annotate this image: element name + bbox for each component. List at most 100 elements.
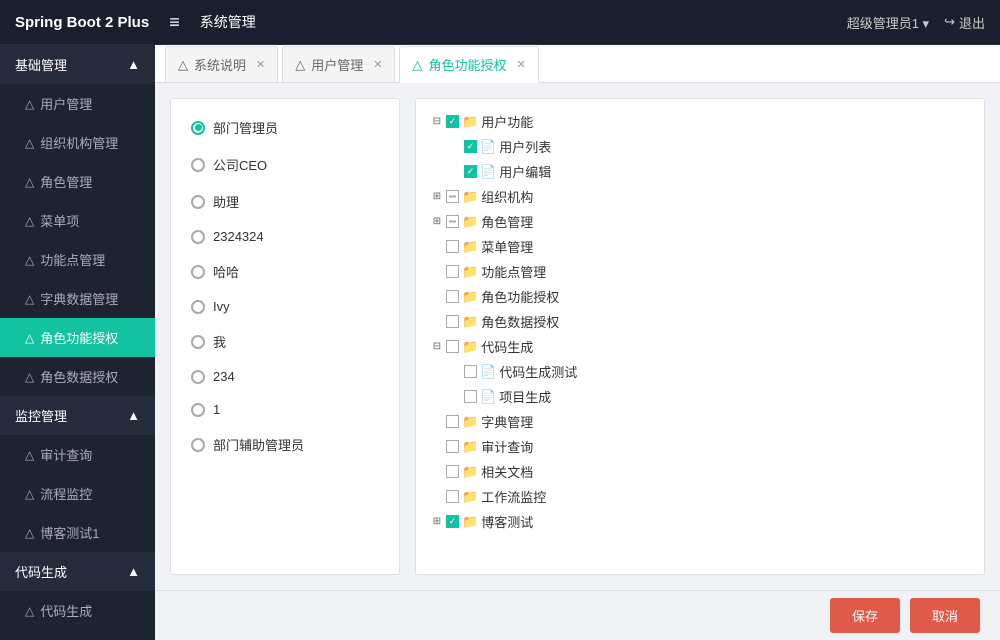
radio-company-ceo[interactable] — [191, 158, 205, 172]
sidebar-item-dict-mgmt[interactable]: △ 字典数据管理 — [0, 279, 155, 318]
sidebar-item-user-mgmt[interactable]: △ 用户管理 — [0, 84, 155, 123]
radio-dept-assist[interactable] — [191, 438, 205, 452]
role-item-7[interactable]: 234 — [171, 360, 399, 393]
sidebar-group-basics[interactable]: 基础管理 ▲ — [0, 45, 155, 84]
role-data-icon: △ — [25, 370, 34, 384]
func-mgmt-icon: △ — [25, 253, 34, 267]
expand-org[interactable]: ⊞ — [431, 191, 443, 203]
cb-workflow[interactable] — [446, 490, 459, 503]
sidebar-item-workflow[interactable]: △ 流程监控 — [0, 474, 155, 513]
cb-funcpoint[interactable] — [446, 265, 459, 278]
sidebar-item-codegen[interactable]: △ 代码生成 — [0, 591, 155, 630]
cb-codegen-test[interactable] — [464, 365, 477, 378]
sidebar-item-role-perm[interactable]: △ 角色功能授权 — [0, 318, 155, 357]
role-item-3[interactable]: 2324324 — [171, 220, 399, 253]
role-item-8[interactable]: 1 — [171, 393, 399, 426]
folder-org: 📁 — [462, 189, 478, 205]
role-item-9[interactable]: 部门辅助管理员 — [171, 426, 399, 463]
role-item-5[interactable]: Ivy — [171, 290, 399, 323]
cb-project-gen[interactable] — [464, 390, 477, 403]
bottom-bar: 保存 取消 — [155, 590, 1000, 640]
tree-node-audit: 📁 审计查询 — [431, 434, 969, 459]
folder-audit: 📁 — [462, 439, 478, 455]
sidebar-item-audit[interactable]: △ 审计查询 — [0, 435, 155, 474]
sidebar-item-menu[interactable]: △ 菜单项 — [0, 201, 155, 240]
sidebar-item-subsys-gen[interactable]: △ 子系统生成 — [0, 630, 155, 640]
role-item-2[interactable]: 助理 — [171, 183, 399, 220]
tree-node-project-gen: 📄 项目生成 — [449, 384, 969, 409]
cb-role-perm[interactable] — [446, 290, 459, 303]
sidebar-group-monitor-arrow: ▲ — [127, 408, 140, 423]
cb-audit[interactable] — [446, 440, 459, 453]
folder-user-edit: 📄 — [480, 164, 496, 180]
tree-node-user-edit: ✓ 📄 用户编辑 — [449, 159, 969, 184]
expand-role[interactable]: ⊞ — [431, 216, 443, 228]
folder-project-gen: 📄 — [480, 389, 496, 405]
cb-role-data[interactable] — [446, 315, 459, 328]
cancel-button[interactable]: 取消 — [910, 598, 980, 633]
sidebar-item-role-data[interactable]: △ 角色数据授权 — [0, 357, 155, 396]
tree-node-role: ⊞ 📁 角色管理 — [431, 209, 969, 234]
tree-node-role-perm: 📁 角色功能授权 — [431, 284, 969, 309]
role-item-6[interactable]: 我 — [171, 323, 399, 360]
sidebar-item-role-mgmt[interactable]: △ 角色管理 — [0, 162, 155, 201]
logout-button[interactable]: ↪ 退出 — [944, 13, 985, 32]
cb-user-edit[interactable]: ✓ — [464, 165, 477, 178]
dict-mgmt-icon: △ — [25, 292, 34, 306]
menu-toggle-icon[interactable]: ≡ — [169, 12, 180, 33]
logout-icon: ↪ — [944, 14, 955, 30]
tab-system-intro[interactable]: △ 系统说明 ✕ — [165, 46, 278, 82]
sidebar-item-org-mgmt[interactable]: △ 组织机构管理 — [0, 123, 155, 162]
radio-dept-admin[interactable] — [191, 121, 205, 135]
folder-user-func: 📁 — [462, 114, 478, 130]
header: Spring Boot 2 Plus ≡ 系统管理 超级管理员1 ▾ ↪ 退出 — [0, 0, 1000, 45]
folder-codegen: 📁 — [462, 339, 478, 355]
tab-system-intro-icon: △ — [178, 57, 188, 73]
tab-system-intro-close[interactable]: ✕ — [256, 58, 265, 71]
folder-menu: 📁 — [462, 239, 478, 255]
tree-node-user-func: ⊟ ✓ 📁 用户功能 — [431, 109, 969, 134]
tree-children-user-func: ✓ 📄 用户列表 ✓ 📄 用户编辑 — [431, 134, 969, 184]
sidebar-item-blog[interactable]: △ 博客测试1 — [0, 513, 155, 552]
radio-2324324[interactable] — [191, 230, 205, 244]
role-perm-icon: △ — [25, 331, 34, 345]
radio-assistant[interactable] — [191, 195, 205, 209]
tab-role-perm-icon: △ — [412, 57, 422, 73]
cb-user-func[interactable]: ✓ — [446, 115, 459, 128]
folder-docs: 📁 — [462, 464, 478, 480]
expand-codegen[interactable]: ⊟ — [431, 341, 443, 353]
tab-role-perm-close[interactable]: ✕ — [516, 58, 525, 71]
cb-docs[interactable] — [446, 465, 459, 478]
cb-blog[interactable]: ✓ — [446, 515, 459, 528]
tab-user-mgmt[interactable]: △ 用户管理 ✕ — [282, 46, 395, 82]
cb-org[interactable] — [446, 190, 459, 203]
header-title: 系统管理 — [200, 12, 256, 32]
cb-role[interactable] — [446, 215, 459, 228]
sidebar: 基础管理 ▲ △ 用户管理 △ 组织机构管理 △ 角色管理 △ 菜单项 △ 功能… — [0, 45, 155, 640]
radio-haha[interactable] — [191, 265, 205, 279]
expand-blog[interactable]: ⊞ — [431, 516, 443, 528]
expand-user-func[interactable]: ⊟ — [431, 116, 443, 128]
radio-234[interactable] — [191, 370, 205, 384]
save-button[interactable]: 保存 — [830, 598, 900, 633]
tab-user-mgmt-close[interactable]: ✕ — [373, 58, 382, 71]
role-item-1[interactable]: 公司CEO — [171, 146, 399, 183]
tree-node-role-data: 📁 角色数据授权 — [431, 309, 969, 334]
sidebar-group-codegen[interactable]: 代码生成 ▲ — [0, 552, 155, 591]
radio-1[interactable] — [191, 403, 205, 417]
cb-dict[interactable] — [446, 415, 459, 428]
role-list: 部门管理员 公司CEO 助理 2324324 哈哈 — [170, 98, 400, 575]
role-item-0[interactable]: 部门管理员 — [171, 109, 399, 146]
tree-node-docs: 📁 相关文档 — [431, 459, 969, 484]
sidebar-group-monitor[interactable]: 监控管理 ▲ — [0, 396, 155, 435]
user-menu[interactable]: 超级管理员1 ▾ — [847, 13, 929, 32]
sidebar-item-func-mgmt[interactable]: △ 功能点管理 — [0, 240, 155, 279]
role-item-4[interactable]: 哈哈 — [171, 253, 399, 290]
tab-role-perm[interactable]: △ 角色功能授权 ✕ — [399, 46, 538, 83]
layout: 基础管理 ▲ △ 用户管理 △ 组织机构管理 △ 角色管理 △ 菜单项 △ 功能… — [0, 45, 1000, 640]
cb-menu[interactable] — [446, 240, 459, 253]
radio-me[interactable] — [191, 335, 205, 349]
cb-codegen[interactable] — [446, 340, 459, 353]
radio-ivy[interactable] — [191, 300, 205, 314]
cb-user-list[interactable]: ✓ — [464, 140, 477, 153]
